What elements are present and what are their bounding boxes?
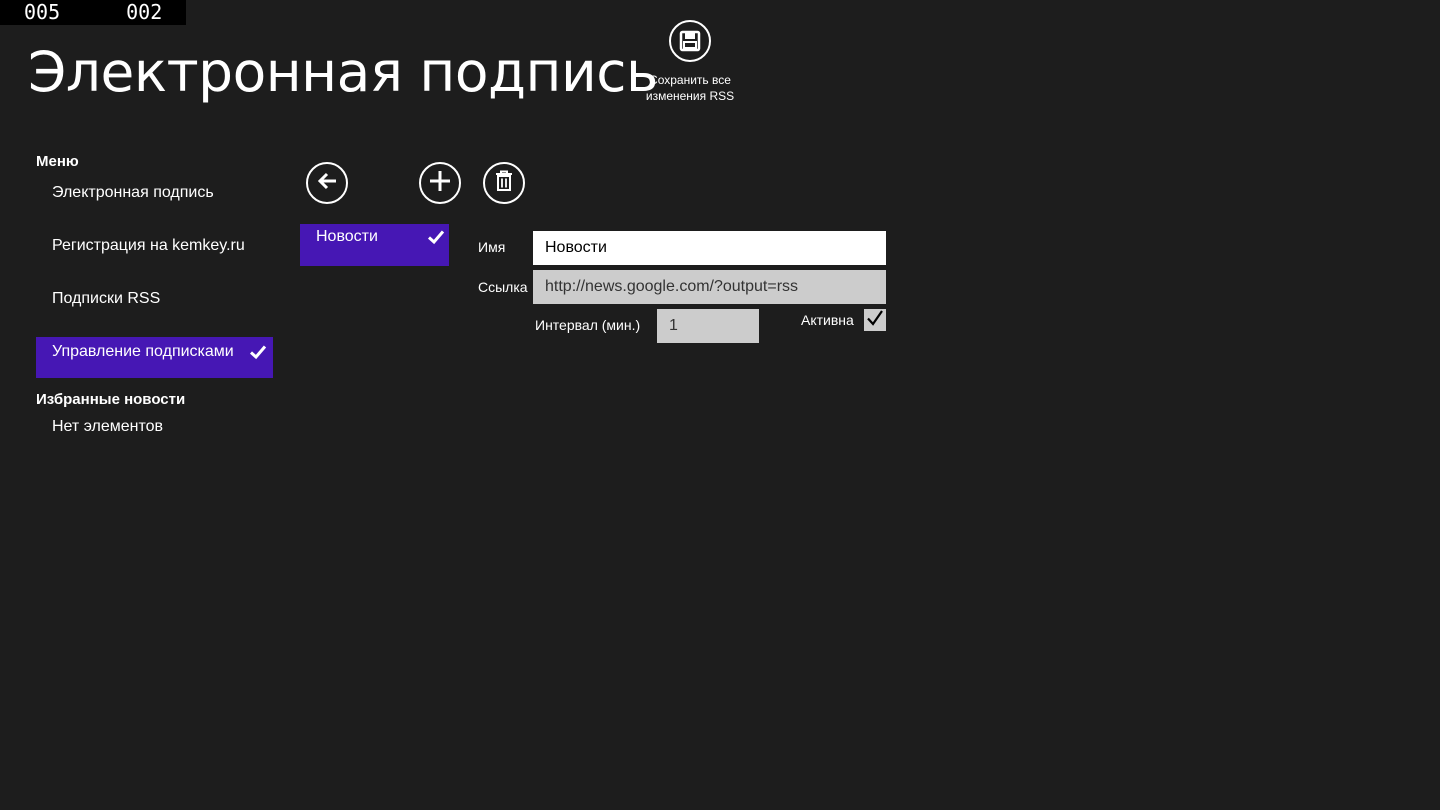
counter-left: 005 xyxy=(24,0,61,24)
name-field[interactable] xyxy=(533,231,886,265)
save-icon[interactable] xyxy=(669,20,711,62)
menu-heading: Меню xyxy=(36,153,79,170)
name-label: Имя xyxy=(478,239,506,255)
save-label-line1: Сохранить все xyxy=(649,73,731,87)
sidebar-item-label: Регистрация на kemkey.ru xyxy=(52,237,245,254)
back-button[interactable] xyxy=(306,162,348,204)
active-checkbox[interactable] xyxy=(864,309,886,331)
page-title: Электронная подпись xyxy=(28,40,658,104)
feed-item-label: Новости xyxy=(316,228,378,245)
counter-right: 002 xyxy=(126,0,163,24)
menu-list: Электронная подпись Регистрация на kemke… xyxy=(36,178,273,378)
sidebar: Меню Электронная подпись Регистрация на … xyxy=(36,152,273,436)
feed-item-news[interactable]: Новости xyxy=(300,224,449,266)
add-subscription-button[interactable] xyxy=(419,162,461,204)
favorites-heading: Избранные новости xyxy=(36,391,186,408)
sidebar-item-label: Электронная подпись xyxy=(52,184,214,201)
sidebar-item-manage-subscriptions[interactable]: Управление подписками xyxy=(36,337,273,378)
feed-list: Новости xyxy=(300,224,449,266)
delete-subscription-button[interactable] xyxy=(483,162,525,204)
save-all-rss-button[interactable]: Сохранить все изменения RSS xyxy=(630,20,750,104)
plus-icon xyxy=(428,169,452,198)
sidebar-item-registration[interactable]: Регистрация на kemkey.ru xyxy=(36,231,273,272)
sidebar-item-rss-subscriptions[interactable]: Подписки RSS xyxy=(36,284,273,325)
url-label: Ссылка xyxy=(478,279,528,295)
checkmark-icon xyxy=(866,309,884,332)
checkmark-icon xyxy=(427,228,445,251)
url-field[interactable] xyxy=(533,270,886,304)
sidebar-item-signature[interactable]: Электронная подпись xyxy=(36,178,273,219)
interval-label: Интервал (мин.) xyxy=(535,317,641,333)
arrow-left-icon xyxy=(315,169,339,198)
save-label-line2: изменения RSS xyxy=(645,89,735,103)
sidebar-item-label: Управление подписками xyxy=(52,343,234,360)
save-label: Сохранить все изменения RSS xyxy=(646,72,734,104)
interval-field[interactable] xyxy=(657,309,759,343)
active-label: Активна xyxy=(801,312,854,328)
trash-icon xyxy=(494,170,514,197)
frame-counter: 005 002 xyxy=(0,0,187,25)
sidebar-item-label: Подписки RSS xyxy=(52,290,161,307)
checkmark-icon xyxy=(249,343,267,366)
favorites-empty-text: Нет элементов xyxy=(52,418,164,435)
